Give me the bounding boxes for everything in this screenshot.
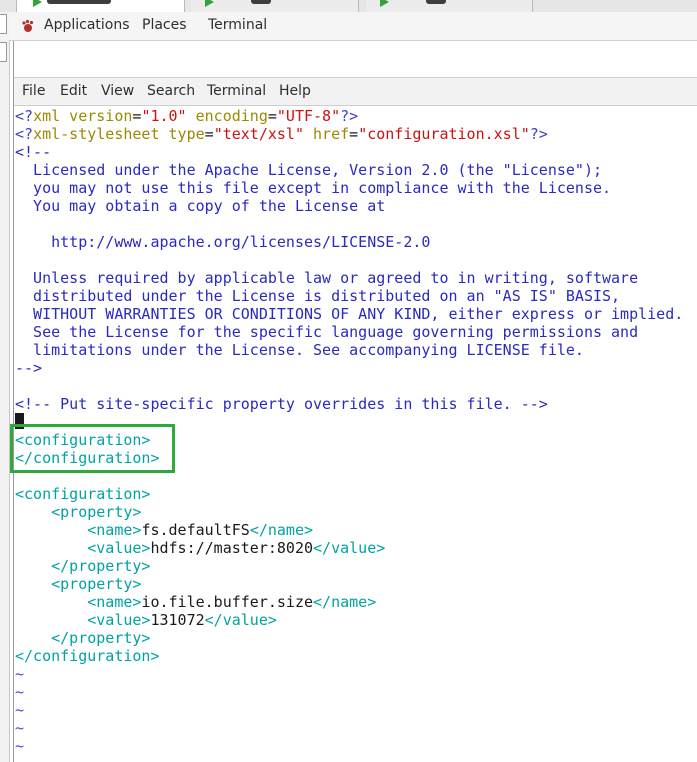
places-menu[interactable]: Places xyxy=(142,17,187,33)
menu-terminal[interactable]: Terminal xyxy=(207,83,266,99)
window-tab-3-label xyxy=(426,0,446,4)
terminal-menubar: File Edit View Search Terminal Help xyxy=(13,78,697,106)
window-tab-1-label xyxy=(47,0,111,4)
configuration-close-tag: </configuration> xyxy=(15,647,160,665)
menu-help[interactable]: Help xyxy=(279,83,311,99)
terminal-text-area[interactable]: <?xml version="1.0" encoding="UTF-8"?> <… xyxy=(10,106,697,762)
license-comment-line: See the License for the specific languag… xyxy=(15,323,639,341)
property-name-line: <name>io.file.buffer.size</name> xyxy=(15,593,377,611)
xml-declaration-line: <?xml version="1.0" encoding="UTF-8"?> xyxy=(15,107,359,125)
property-close-tag: </property> xyxy=(15,557,151,575)
desktop-top-panel: Applications Places Terminal xyxy=(9,12,697,41)
license-comment-line: Unless required by applicable law or agr… xyxy=(15,269,639,287)
license-comment-line: --> xyxy=(15,359,43,377)
license-comment-line: <!-- xyxy=(15,143,52,161)
empty-line-tilde: ~ xyxy=(15,665,25,683)
left-window-edge xyxy=(0,12,10,762)
license-comment-line: limitations under the License. See accom… xyxy=(15,341,584,359)
license-comment-line: WITHOUT WARRANTIES OR CONDITIONS OF ANY … xyxy=(15,305,684,323)
property-open-tag: <property> xyxy=(15,503,142,521)
license-comment-line: You may obtain a copy of the License at xyxy=(15,197,386,215)
window-tab-1[interactable] xyxy=(16,0,185,12)
property-close-tag: </property> xyxy=(15,629,151,647)
menu-view[interactable]: View xyxy=(101,83,134,99)
window-tab-2-label xyxy=(251,0,271,4)
menu-search[interactable]: Search xyxy=(147,83,195,99)
terminal-app-icon xyxy=(205,0,214,7)
window-tab-3[interactable] xyxy=(366,0,533,12)
applications-menu[interactable]: Applications xyxy=(44,17,130,33)
menu-file[interactable]: File xyxy=(22,83,45,99)
property-name-line: <name>fs.defaultFS</name> xyxy=(15,521,314,539)
terminal-app-icon xyxy=(380,0,389,7)
license-comment-line: you may not use this file except in comp… xyxy=(15,179,612,197)
empty-line-tilde: ~ xyxy=(15,719,25,737)
window-tab-2[interactable] xyxy=(191,0,359,12)
property-value-line: <value>131072</value> xyxy=(15,611,277,629)
empty-line-tilde: ~ xyxy=(15,683,25,701)
site-specific-comment: <!-- Put site-specific property override… xyxy=(15,395,548,413)
empty-line-tilde: ~ xyxy=(15,701,25,719)
menu-edit[interactable]: Edit xyxy=(60,83,87,99)
property-value-line: <value>hdfs://master:8020</value> xyxy=(15,539,386,557)
license-comment-line: distributed under the License is distrib… xyxy=(15,287,621,305)
license-comment-line: http://www.apache.org/licenses/LICENSE-2… xyxy=(15,233,431,251)
edge-handle[interactable] xyxy=(0,42,7,62)
property-open-tag: <property> xyxy=(15,575,142,593)
license-comment-line: Licensed under the Apache License, Versi… xyxy=(15,161,602,179)
window-title-area xyxy=(13,41,697,78)
gnome-foot-icon xyxy=(22,19,34,32)
terminal-launcher[interactable]: Terminal xyxy=(208,17,267,33)
xml-stylesheet-line: <?xml-stylesheet type="text/xsl" href="c… xyxy=(15,125,548,143)
edge-handle[interactable] xyxy=(0,14,7,34)
empty-line-tilde: ~ xyxy=(15,737,25,755)
configuration-open-tag: <configuration> xyxy=(15,485,151,503)
highlight-annotation-box xyxy=(10,424,175,473)
terminal-app-icon xyxy=(33,0,42,7)
